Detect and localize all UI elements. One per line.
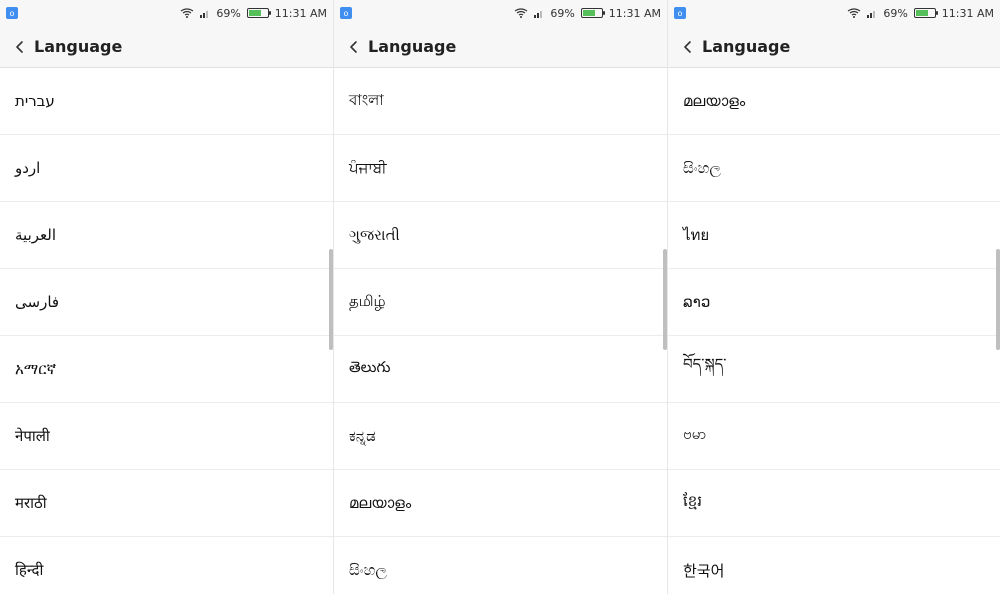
scrollbar-thumb[interactable] xyxy=(996,249,1000,350)
language-item[interactable]: ဗမာ xyxy=(668,403,1000,470)
status-bar: o 69% 11:31 AM xyxy=(334,0,667,26)
title-bar: Language xyxy=(334,26,667,68)
language-item[interactable]: தமிழ் xyxy=(334,269,667,336)
battery-percent: 69% xyxy=(216,6,241,20)
title-bar: Language xyxy=(0,26,333,68)
status-time: 11:31 AM xyxy=(608,6,661,20)
title-bar: Language xyxy=(668,26,1000,68)
status-time: 11:31 AM xyxy=(941,6,994,20)
screens: o 69% 11:31 AM Language עברית اردو العرب… xyxy=(0,0,1000,594)
wifi-icon xyxy=(514,8,528,18)
language-list: বাংলা ਪੰਜਾਬੀ ગુજરાતી தமிழ் తెలుగు ಕನ್ನಡ … xyxy=(334,68,667,594)
page-title: Language xyxy=(702,37,791,56)
language-item[interactable]: اردو xyxy=(0,135,333,202)
back-arrow-icon[interactable] xyxy=(12,39,28,55)
language-item[interactable]: ລາວ xyxy=(668,269,1000,336)
language-item[interactable]: ગુજરાતી xyxy=(334,202,667,269)
language-item[interactable]: සිංහල xyxy=(334,537,667,594)
status-right: 69% 11:31 AM xyxy=(180,7,327,20)
language-item[interactable]: తెలుగు xyxy=(334,336,667,403)
status-time: 11:31 AM xyxy=(274,6,327,20)
status-right: 69% 11:31 AM xyxy=(514,7,661,20)
language-item[interactable]: فارسی xyxy=(0,269,333,336)
language-item[interactable]: 한국어 xyxy=(668,537,1000,594)
language-item[interactable]: हिन्दी xyxy=(0,537,333,594)
language-item[interactable]: नेपाली xyxy=(0,403,333,470)
battery-percent: 69% xyxy=(883,6,908,20)
battery-icon xyxy=(246,8,271,18)
battery-percent: 69% xyxy=(550,6,575,20)
language-item[interactable]: ಕನ್ನಡ xyxy=(334,403,667,470)
language-item[interactable]: བོད་སྐད་ xyxy=(668,336,1000,403)
signal-icon xyxy=(534,11,543,18)
language-screen-3: o 69% 11:31 AM Language മലയാളം සිංහල ไทย… xyxy=(668,0,1000,594)
language-item[interactable]: עברית xyxy=(0,68,333,135)
language-item[interactable]: العربية xyxy=(0,202,333,269)
language-item[interactable]: ខ្មែរ xyxy=(668,470,1000,537)
language-item[interactable]: বাংলা xyxy=(334,68,667,135)
status-right: 69% 11:31 AM xyxy=(847,7,994,20)
scrollbar-thumb[interactable] xyxy=(329,249,333,350)
notification-icon: o xyxy=(6,7,18,19)
page-title: Language xyxy=(368,37,457,56)
language-item[interactable]: ไทย xyxy=(668,202,1000,269)
signal-icon xyxy=(200,11,209,18)
battery-fill xyxy=(582,10,595,16)
page-title: Language xyxy=(34,37,123,56)
back-arrow-icon[interactable] xyxy=(680,39,696,55)
language-item[interactable]: മലയാളം xyxy=(334,470,667,537)
language-list: עברית اردو العربية فارسی አማርኛ नेपाली मरा… xyxy=(0,68,333,594)
battery-icon xyxy=(580,8,605,18)
language-item[interactable]: සිංහල xyxy=(668,135,1000,202)
notification-icon: o xyxy=(674,7,686,19)
status-bar: o 69% 11:31 AM xyxy=(668,0,1000,26)
language-item[interactable]: አማርኛ xyxy=(0,336,333,403)
wifi-icon xyxy=(847,8,861,18)
language-item[interactable]: ਪੰਜਾਬੀ xyxy=(334,135,667,202)
signal-icon xyxy=(867,11,876,18)
battery-fill xyxy=(915,10,928,16)
wifi-icon xyxy=(180,8,194,18)
language-item[interactable]: मराठी xyxy=(0,470,333,537)
notification-icon: o xyxy=(340,7,352,19)
language-list: മലയാളം සිංහල ไทย ລາວ བོད་སྐད་ ဗမာ ខ្មែរ … xyxy=(668,68,1000,594)
battery-fill xyxy=(248,10,261,16)
back-arrow-icon[interactable] xyxy=(346,39,362,55)
language-screen-2: o 69% 11:31 AM Language বাংলা ਪੰਜਾਬੀ ગુજ… xyxy=(334,0,668,594)
language-screen-1: o 69% 11:31 AM Language עברית اردو العرب… xyxy=(0,0,334,594)
scrollbar-thumb[interactable] xyxy=(663,249,667,350)
status-bar: o 69% 11:31 AM xyxy=(0,0,333,26)
language-item[interactable]: മലയാളം xyxy=(668,68,1000,135)
battery-icon xyxy=(913,8,938,18)
